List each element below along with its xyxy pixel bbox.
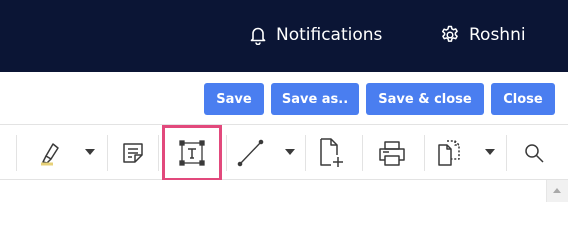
text-box-icon <box>177 138 207 168</box>
print-tool[interactable] <box>374 137 410 169</box>
highlighter-dropdown-chevron-down-icon[interactable] <box>85 149 95 155</box>
toolbar-divider <box>305 135 306 171</box>
copy-tool[interactable] <box>432 135 468 171</box>
note-tool[interactable] <box>117 137 149 169</box>
gear-icon <box>440 25 460 45</box>
save-button[interactable]: Save <box>204 83 264 115</box>
toolbar-divider <box>424 135 425 171</box>
app-root: Notifications Roshni Save Save as.. Save… <box>0 0 568 202</box>
user-name: Roshni <box>469 25 526 45</box>
bell-icon <box>249 25 267 45</box>
document-canvas[interactable] <box>0 180 568 202</box>
copy-icon <box>435 137 465 169</box>
add-page-icon <box>315 137 345 169</box>
copy-dropdown-chevron-down-icon[interactable] <box>485 149 495 155</box>
line-dropdown-chevron-down-icon[interactable] <box>285 149 295 155</box>
close-button[interactable]: Close <box>491 83 555 115</box>
line-tool[interactable] <box>233 137 267 169</box>
search-tool[interactable] <box>518 137 550 169</box>
top-navigation-bar: Notifications Roshni <box>0 0 568 72</box>
toolbar-divider <box>226 135 227 171</box>
line-icon <box>235 138 265 168</box>
user-settings-link[interactable]: Roshni <box>440 22 526 48</box>
toolbar-divider <box>158 135 159 171</box>
vertical-scrollbar[interactable] <box>546 180 568 202</box>
save-as-button[interactable]: Save as.. <box>271 83 359 115</box>
toolbar-divider <box>16 135 17 171</box>
text-box-tool[interactable] <box>162 125 222 181</box>
print-icon <box>376 138 408 168</box>
highlighter-tool[interactable] <box>34 137 68 169</box>
toolbar-divider <box>362 135 363 171</box>
notifications-label: Notifications <box>276 25 383 45</box>
scroll-up-arrow-icon[interactable] <box>553 188 561 193</box>
highlighter-icon <box>37 139 65 167</box>
save-and-close-button[interactable]: Save & close <box>366 83 484 115</box>
note-icon <box>120 140 146 166</box>
action-bar: Save Save as.. Save & close Close <box>0 72 568 124</box>
notifications-link[interactable]: Notifications <box>249 22 382 48</box>
annotation-toolbar <box>0 124 568 181</box>
add-page-tool[interactable] <box>312 135 348 171</box>
toolbar-divider <box>107 135 108 171</box>
search-icon <box>522 141 546 165</box>
toolbar-divider <box>506 135 507 171</box>
